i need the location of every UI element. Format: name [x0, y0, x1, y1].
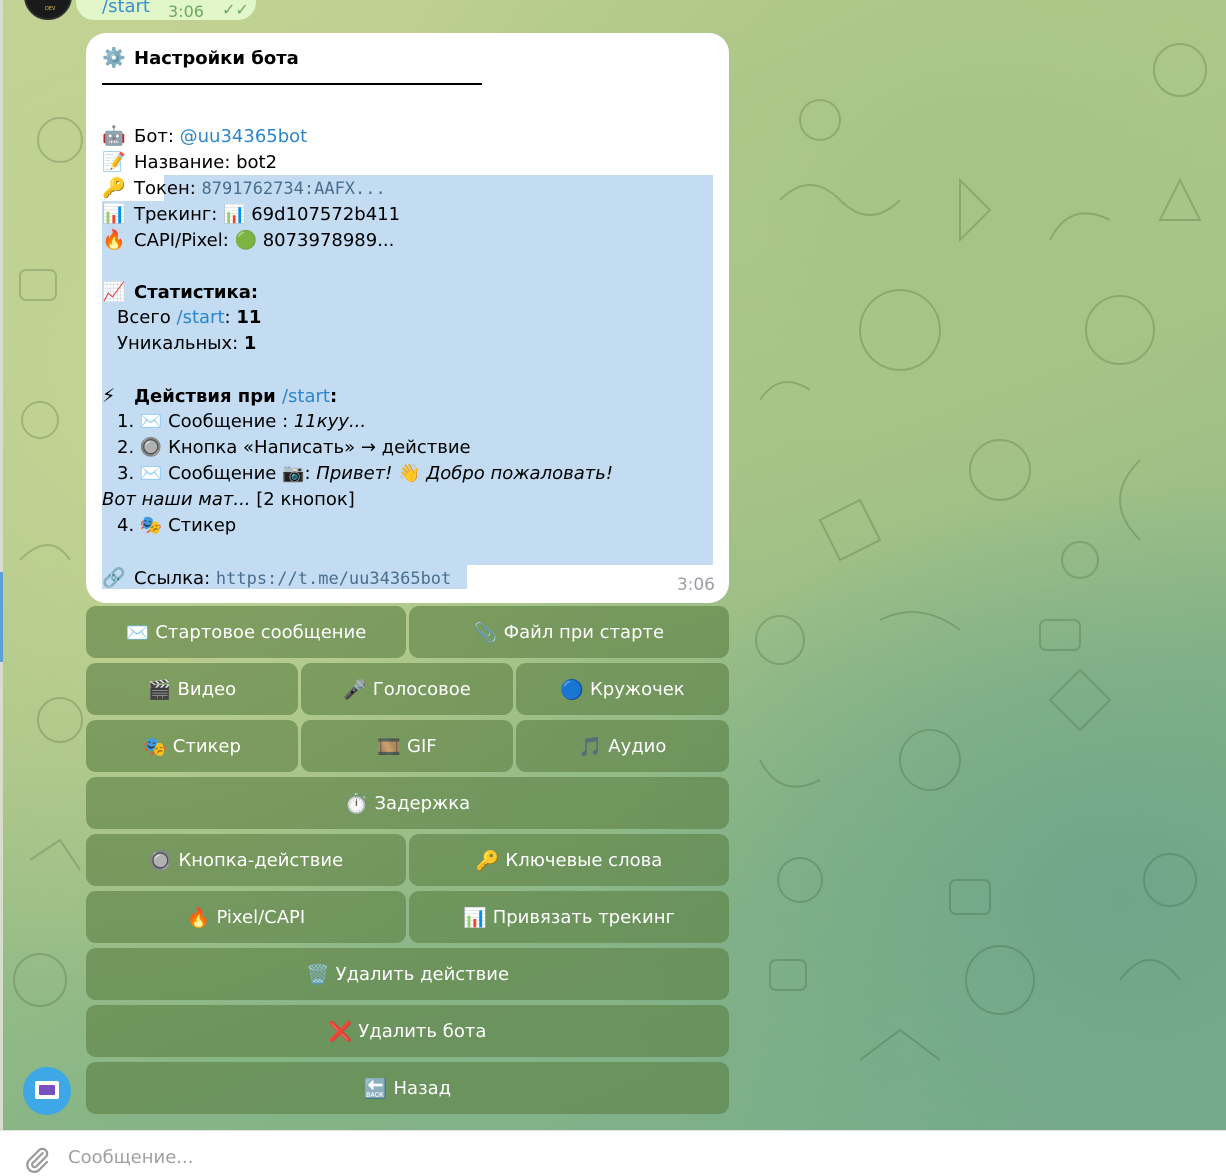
start-file-button[interactable]: 📎 Файл при старте [409, 606, 729, 658]
paperclip-icon: 📎 [473, 621, 498, 644]
envelope-icon: ✉️ [125, 621, 150, 644]
microphone-icon: 🎤 [343, 678, 367, 701]
action-item: 2. 🔘 Кнопка «Написать» → действие [117, 437, 471, 458]
message-composer [0, 1130, 1226, 1176]
music-note-icon: 🎵 [578, 735, 603, 758]
keywords-button[interactable]: 🔑 Ключевые слова [409, 834, 729, 886]
delay-button[interactable]: ⏱️ Задержка [86, 777, 729, 829]
radio-button-icon: 🔘 [139, 437, 163, 458]
video-circle-button[interactable]: 🔵 Кружочек [516, 663, 729, 715]
start-message-button[interactable]: ✉️ Стартовое сообщение [86, 606, 406, 658]
key-icon: 🔑 [102, 177, 126, 199]
performing-arts-icon: 🎭 [139, 515, 163, 536]
capi-value: 8073978989... [262, 230, 395, 251]
bar-chart-icon: 📊 [102, 203, 126, 225]
bar-chart-icon: 📊 [223, 204, 246, 225]
link-icon: 🔗 [102, 567, 126, 589]
action-item-continuation: Вот наши мат... [2 кнопок] [102, 489, 355, 510]
stats-unique-value: 1 [243, 333, 257, 354]
stats-title: Статистика: [134, 282, 259, 303]
stopwatch-icon: ⏱️ [344, 792, 369, 815]
bot-link[interactable]: https://t.me/uu34365bot [216, 569, 451, 589]
envelope-icon: ✉️ [139, 411, 163, 432]
wastebasket-icon: 🗑️ [305, 963, 330, 986]
blue-circle-icon: 🔵 [560, 678, 584, 701]
video-button[interactable]: 🎬 Видео [86, 663, 298, 715]
action-item: 3. ✉️ Сообщение 📷: Привет! 👋 Добро пожал… [117, 463, 614, 484]
performing-arts-icon: 🎭 [143, 735, 167, 758]
key-icon: 🔑 [475, 849, 500, 872]
action-item: 1. ✉️ Сообщение : 11куу... [117, 411, 367, 432]
lightning-icon: ⚡ [102, 385, 116, 407]
tracking-value: 69d107572b411 [251, 204, 401, 225]
bot-username-link[interactable]: @uu34365bot [180, 126, 308, 147]
delete-action-button[interactable]: 🗑️ Удалить действие [86, 948, 729, 1000]
message-time: 3:06 [676, 575, 715, 595]
previous-message-text: /start [102, 0, 150, 17]
start-command-link[interactable]: /start [177, 307, 225, 328]
radio-button-icon: 🔘 [148, 849, 173, 872]
gear-icon: ⚙️ [102, 47, 126, 69]
chart-increasing-icon: 📈 [102, 281, 126, 303]
action-item: 4. 🎭 Стикер [117, 515, 237, 536]
previous-message-bubble[interactable]: /start 3:06 ✓✓ [76, 0, 256, 21]
paperclip-icon[interactable] [22, 1145, 52, 1175]
back-arrow-icon: 🔙 [363, 1077, 388, 1100]
left-panel-edge [0, 0, 3, 1130]
waving-hand-icon: 👋 [398, 463, 421, 484]
read-checkmarks-icon: ✓✓ [222, 0, 249, 19]
clapper-board-icon: 🎬 [147, 678, 172, 701]
bot-settings-message[interactable]: ⚙️ Настройки бота 🤖 Бот: @uu34365bot 📝 Назв… [86, 33, 729, 603]
delete-bot-button[interactable]: ❌ Удалить бота [86, 1005, 729, 1057]
start-command-link[interactable]: /start [282, 386, 330, 407]
title-divider [102, 83, 482, 85]
bot-avatar[interactable] [23, 1067, 71, 1115]
bar-chart-icon: 📊 [463, 906, 487, 929]
fire-icon: 🔥 [186, 906, 211, 929]
link-tracking-button[interactable]: 📊 Привязать трекинг [409, 891, 729, 943]
active-indicator [0, 572, 3, 662]
audio-button[interactable]: 🎵 Аудио [516, 720, 729, 772]
robot-icon: 🤖 [102, 125, 126, 147]
green-circle-icon: 🟢 [234, 230, 257, 251]
cross-mark-icon: ❌ [328, 1020, 353, 1043]
stats-total-value: 11 [236, 307, 262, 328]
memo-icon: 📝 [102, 151, 126, 173]
sticker-button[interactable]: 🎭 Стикер [86, 720, 298, 772]
gif-button[interactable]: 🎞️ GIF [301, 720, 513, 772]
actions-title: Действия при [134, 386, 282, 407]
settings-title: Настройки бота [134, 48, 299, 69]
fire-icon: 🔥 [102, 229, 126, 251]
message-input[interactable] [68, 1143, 1168, 1171]
pixel-capi-button[interactable]: 🔥 Pixel/CAPI [86, 891, 406, 943]
film-frames-icon: 🎞️ [377, 735, 402, 758]
button-action-button[interactable]: 🔘 Кнопка-действие [86, 834, 406, 886]
voice-button[interactable]: 🎤 Голосовое [301, 663, 513, 715]
previous-message-time: 3:06 [168, 2, 204, 21]
camera-icon: 📷 [282, 463, 305, 484]
token-value[interactable]: 8791762734:AAFX... [202, 179, 386, 199]
envelope-icon: ✉️ [139, 463, 163, 484]
bot-name: bot2 [236, 152, 278, 173]
back-button[interactable]: 🔙 Назад [86, 1062, 729, 1114]
